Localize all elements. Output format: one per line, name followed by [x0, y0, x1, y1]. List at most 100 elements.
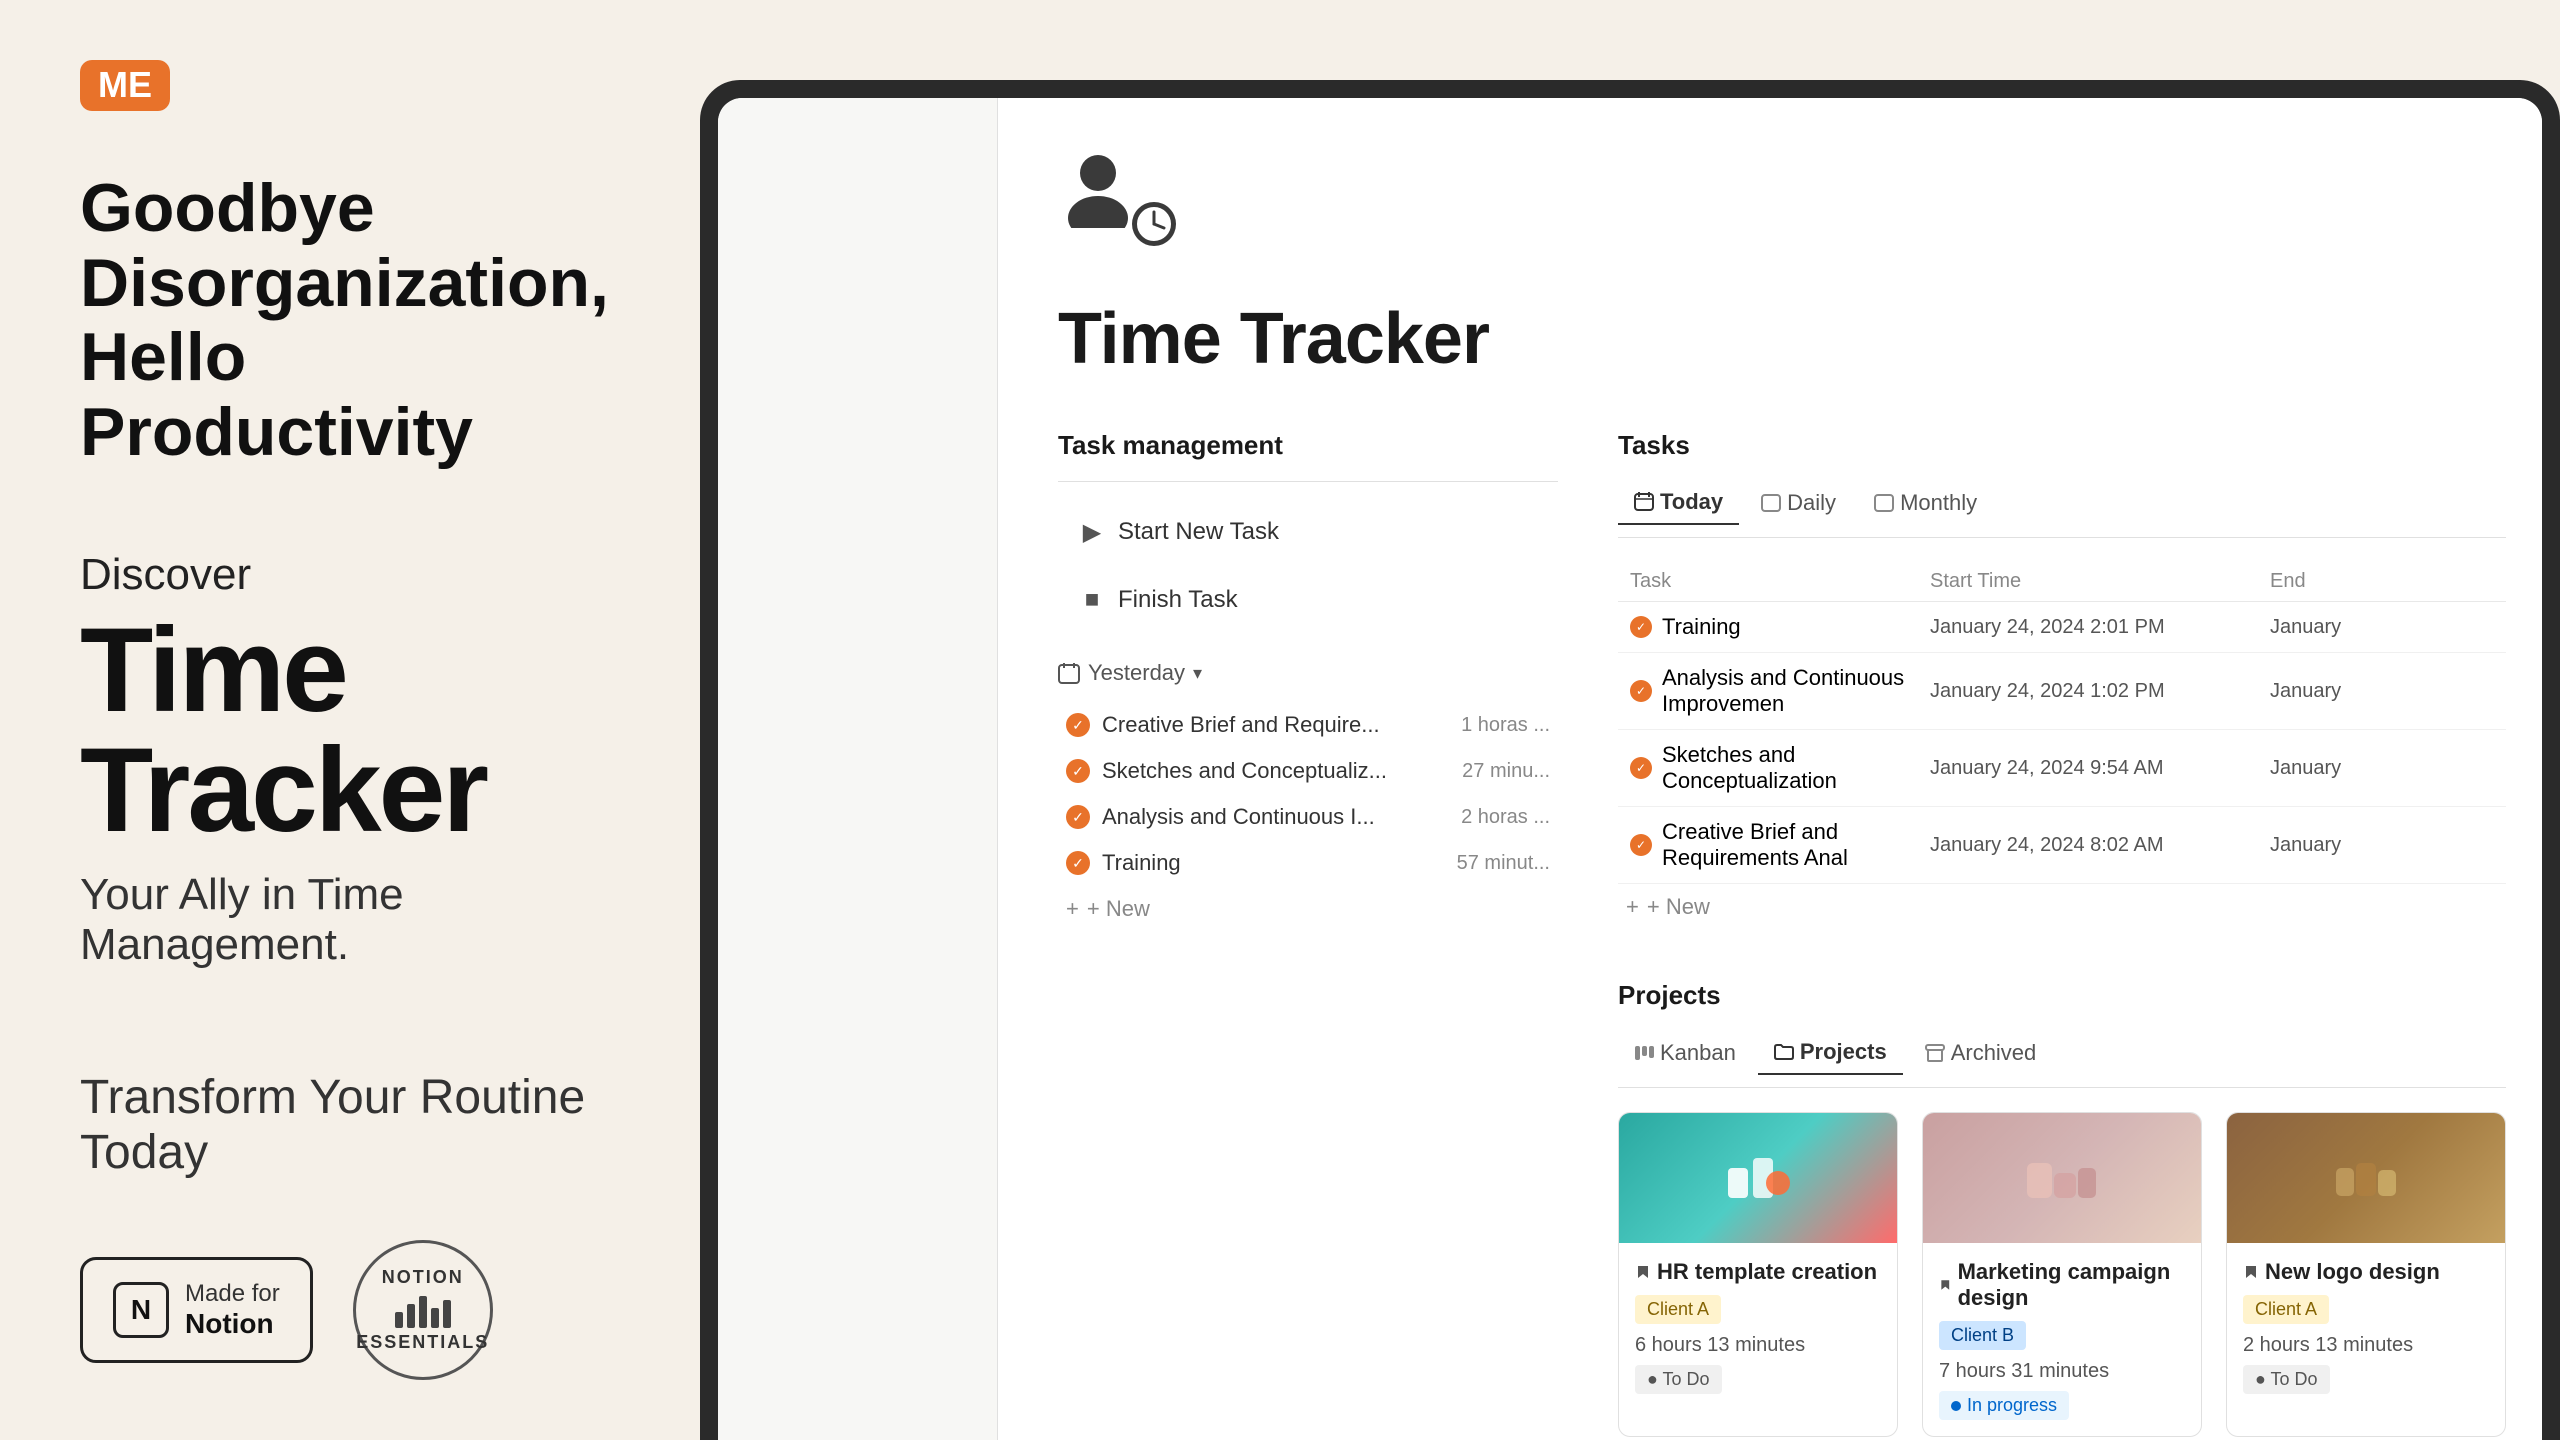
table-row: ✓ Analysis and Continuous Improvemen Jan… — [1618, 653, 2506, 730]
projects-tab-label: Projects — [1800, 1039, 1887, 1065]
projects-section: Projects Kanban — [1618, 980, 2506, 1437]
task-name: Analysis and Continuous I... — [1102, 804, 1449, 830]
tab-today[interactable]: Today — [1618, 481, 1739, 525]
sidebar-nav — [718, 98, 998, 1440]
finish-task-button[interactable]: ■ Finish Task — [1058, 570, 1558, 630]
plus-icon: + — [1066, 896, 1079, 922]
new-yesterday-button[interactable]: + + New — [1058, 886, 1558, 932]
card-title-marketing: Marketing campaign design — [1939, 1259, 2185, 1311]
right-panel: Time Tracker Task management ▶ Start New… — [700, 0, 2560, 1440]
yesterday-label: Yesterday — [1088, 660, 1185, 686]
list-item: ✓ Sketches and Conceptualiz... 27 minu..… — [1058, 748, 1558, 794]
stop-icon: ■ — [1078, 586, 1106, 614]
plus-icon: + — [1626, 894, 1639, 920]
task-name-cell: Training — [1662, 614, 1741, 640]
folder-icon — [1774, 1042, 1794, 1062]
yesterday-header[interactable]: Yesterday ▾ — [1058, 660, 1558, 686]
task-duration: 1 horas ... — [1461, 714, 1550, 737]
start-new-task-button[interactable]: ▶ Start New Task — [1058, 502, 1558, 562]
essentials-notion-text: NOTION — [382, 1267, 464, 1288]
made-for-label: Made for — [185, 1280, 280, 1308]
task-name-cell: Creative Brief and Requirements Anal — [1662, 819, 1930, 871]
headline: Goodbye Disorganization, Hello Productiv… — [80, 171, 620, 470]
proj-tab-kanban[interactable]: Kanban — [1618, 1031, 1752, 1075]
monthly-icon — [1874, 493, 1894, 513]
task-check-icon: ✓ — [1066, 805, 1090, 829]
project-card-marketing[interactable]: Marketing campaign design Client B 7 hou… — [1922, 1112, 2202, 1437]
card-hours-marketing: 7 hours 31 minutes — [1939, 1360, 2185, 1383]
col-task-header: Task — [1630, 570, 1930, 593]
card-body-marketing: Marketing campaign design Client B 7 hou… — [1923, 1243, 2201, 1436]
left-panel: ME Goodbye Disorganization, Hello Produc… — [0, 0, 700, 1440]
tab-monthly-label: Monthly — [1900, 490, 1977, 516]
tab-daily[interactable]: Daily — [1745, 481, 1852, 525]
card-client-a2: Client A — [2243, 1295, 2329, 1324]
task-name-cell: Sketches and Conceptualization — [1662, 742, 1930, 794]
task-duration: 57 minut... — [1457, 852, 1550, 875]
col-start-header: Start Time — [1930, 570, 2270, 593]
app-header — [1058, 148, 2482, 248]
tasks-header: Tasks — [1618, 430, 2506, 461]
product-name: Time Tracker — [80, 610, 620, 850]
start-time-column-label: Start Time — [1930, 570, 2021, 592]
main-content: Time Tracker Task management ▶ Start New… — [998, 98, 2542, 1440]
tasks-tabs: Today Daily — [1618, 481, 2506, 538]
end-time-cell: January — [2270, 680, 2494, 703]
new-label: + New — [1087, 896, 1150, 922]
start-time-cell: January 24, 2024 8:02 AM — [1930, 834, 2270, 857]
avatar-container — [1058, 148, 1178, 248]
transform-text: Transform Your Routine Today — [80, 1070, 620, 1180]
card-client-b: Client B — [1939, 1321, 2026, 1350]
end-column-label: End — [2270, 570, 2306, 592]
essentials-label: ESSENTIALS — [356, 1332, 489, 1353]
card-title-logo: New logo design — [2243, 1259, 2489, 1285]
notion-app: Time Tracker Task management ▶ Start New… — [718, 98, 2542, 1440]
task-name-cell: Analysis and Continuous Improvemen — [1662, 665, 1930, 717]
bookmark-icon — [1939, 1277, 1952, 1293]
task-duration: 2 horas ... — [1461, 806, 1550, 829]
two-col-layout: Task management ▶ Start New Task ■ Finis… — [1058, 430, 2482, 1437]
archived-label: Archived — [1951, 1040, 2037, 1066]
proj-tab-projects[interactable]: Projects — [1758, 1031, 1903, 1075]
archive-icon — [1925, 1043, 1945, 1063]
section-divider — [1058, 481, 1558, 482]
device-frame: Time Tracker Task management ▶ Start New… — [700, 80, 2560, 1440]
check-icon: ✓ — [1630, 834, 1652, 856]
table-row: ✓ Creative Brief and Requirements Anal J… — [1618, 807, 2506, 884]
check-icon: ✓ — [1630, 680, 1652, 702]
table-row: ✓ Sketches and Conceptualization January… — [1618, 730, 2506, 807]
project-card-hr[interactable]: HR template creation Client A 6 hours 13… — [1618, 1112, 1898, 1437]
card-hours-hr: 6 hours 13 minutes — [1635, 1334, 1881, 1357]
table-row: ✓ Training January 24, 2024 2:01 PM Janu… — [1618, 602, 2506, 653]
task-check-icon: ✓ — [1066, 713, 1090, 737]
table-header: Task Start Time End — [1618, 562, 2506, 602]
avatar-clock-icon — [1130, 200, 1178, 248]
kanban-label: Kanban — [1660, 1040, 1736, 1066]
card-body-logo: New logo design Client A 2 hours 13 minu… — [2227, 1243, 2505, 1410]
tab-monthly[interactable]: Monthly — [1858, 481, 1993, 525]
proj-tab-archived[interactable]: Archived — [1909, 1031, 2053, 1075]
card-thumbnail-logo — [2227, 1113, 2505, 1243]
projects-header: Projects — [1618, 980, 2506, 1011]
end-time-cell: January — [2270, 616, 2494, 639]
logo-text: ME — [98, 64, 152, 106]
card-title-hr: HR template creation — [1635, 1259, 1881, 1285]
status-dot — [1951, 1401, 1961, 1411]
today-icon — [1634, 492, 1654, 512]
projects-tabs: Kanban Projects — [1618, 1031, 2506, 1088]
hr-thumb-art — [1718, 1148, 1798, 1208]
card-body-hr: HR template creation Client A 6 hours 13… — [1619, 1243, 1897, 1410]
bar-chart-icon — [395, 1292, 451, 1328]
card-thumbnail-marketing — [1923, 1113, 2201, 1243]
start-time-cell: January 24, 2024 1:02 PM — [1930, 680, 2270, 703]
new-task-button[interactable]: + + New — [1618, 884, 2506, 930]
yesterday-items-list: ✓ Creative Brief and Require... 1 horas … — [1058, 702, 1558, 886]
chevron-down-icon: ▾ — [1193, 663, 1202, 684]
task-check-icon: ✓ — [1066, 851, 1090, 875]
marketing-thumb-art — [2022, 1148, 2102, 1208]
badges: N Made for Notion NOTION ESSENTIALS — [80, 1240, 620, 1380]
col-end-header: End — [2270, 570, 2494, 593]
start-time-cell: January 24, 2024 2:01 PM — [1930, 616, 2270, 639]
project-card-logo[interactable]: New logo design Client A 2 hours 13 minu… — [2226, 1112, 2506, 1437]
tab-today-label: Today — [1660, 489, 1723, 515]
